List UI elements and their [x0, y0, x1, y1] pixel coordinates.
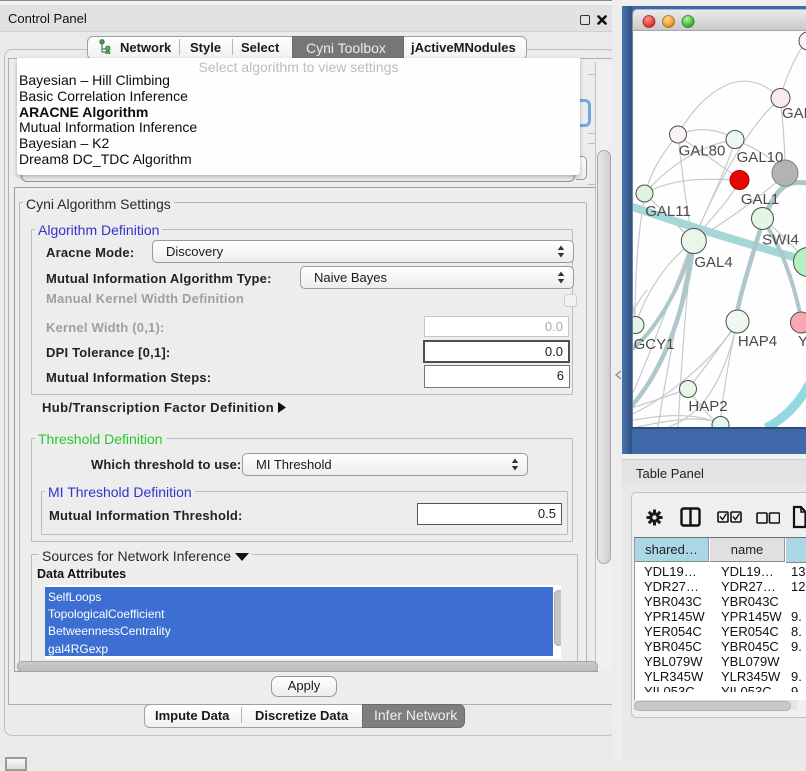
svg-text:SWI4: SWI4: [762, 232, 799, 249]
svg-text:GAL80: GAL80: [679, 143, 726, 160]
svg-text:GCY1: GCY1: [634, 336, 675, 353]
svg-text:GAL7: GAL7: [782, 105, 806, 122]
svg-text:YE: YE: [798, 333, 806, 350]
svg-text:GAL1: GAL1: [741, 191, 779, 208]
svg-text:GAL10: GAL10: [737, 149, 784, 166]
svg-text:HAP4: HAP4: [738, 333, 777, 350]
svg-text:GAL4: GAL4: [694, 254, 732, 271]
svg-text:HAP2: HAP2: [688, 398, 727, 415]
svg-text:GAL11: GAL11: [645, 203, 691, 220]
